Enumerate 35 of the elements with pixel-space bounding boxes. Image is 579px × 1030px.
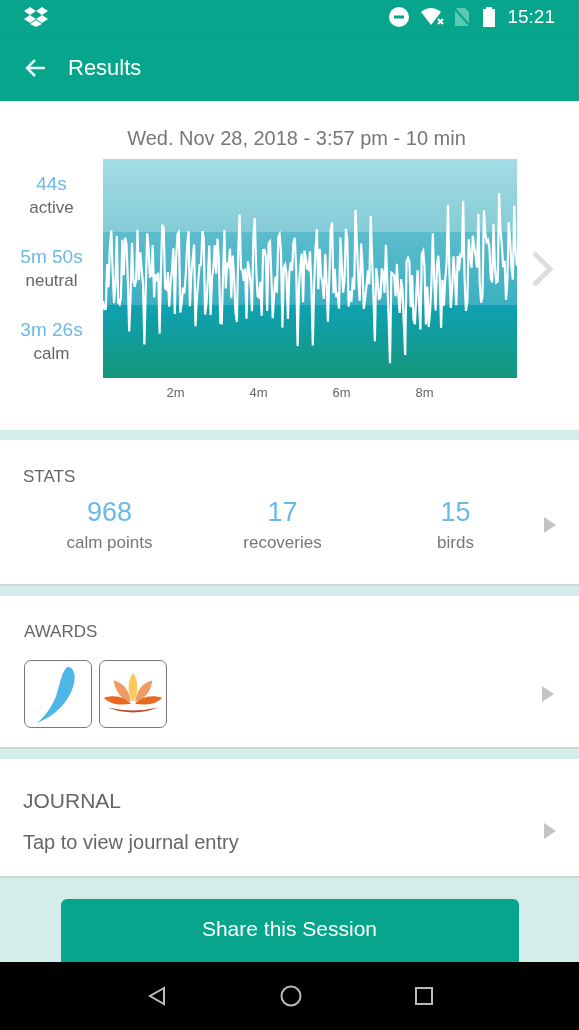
lotus-badge[interactable]: [99, 659, 167, 728]
x-axis-tick: 8m: [414, 384, 435, 402]
zone-label: active: [29, 196, 74, 219]
no-sim-icon: [453, 7, 472, 27]
session-date: Wed. Nov 28, 2018 - 3:57 pm - 10 min: [127, 126, 466, 151]
x-axis-tick: 4m: [248, 384, 269, 402]
x-axis-tick: 2m: [165, 384, 186, 402]
stat-label: birds: [437, 531, 474, 554]
recents-nav-icon[interactable]: [414, 987, 433, 1005]
back-nav-icon[interactable]: [146, 986, 167, 1006]
section-heading: JOURNAL: [23, 788, 123, 814]
feather-badge[interactable]: [24, 659, 92, 728]
x-axis-tick: 6m: [331, 384, 352, 402]
stat-value: 968: [86, 495, 133, 528]
battery-icon: [483, 7, 496, 27]
journal-link-text: Tap to view journal entry: [23, 829, 239, 855]
zone-duration: 3m 26s: [20, 317, 83, 342]
stat-value: 17: [267, 495, 298, 528]
zone-label: neutral: [25, 269, 78, 292]
clock-time: 15:21: [507, 4, 555, 29]
zone-duration: 5m 50s: [20, 244, 83, 269]
wifi-icon: [421, 7, 446, 27]
zone-duration: 44s: [36, 171, 67, 196]
section-heading: STATS: [23, 466, 77, 488]
section-heading: AWARDS: [24, 621, 99, 643]
page-title: Results: [68, 54, 142, 82]
share-session-button[interactable]: Share this Session: [60, 899, 519, 962]
zone-label: calm: [33, 342, 70, 365]
stat-label: recoveries: [243, 531, 322, 554]
do-not-disturb-icon: [389, 7, 410, 27]
stat-label: calm points: [66, 531, 153, 554]
dropbox-icon: [24, 7, 48, 27]
home-nav-icon[interactable]: [279, 985, 302, 1007]
back-arrow-icon[interactable]: [24, 57, 46, 78]
stat-value: 15: [440, 495, 471, 528]
